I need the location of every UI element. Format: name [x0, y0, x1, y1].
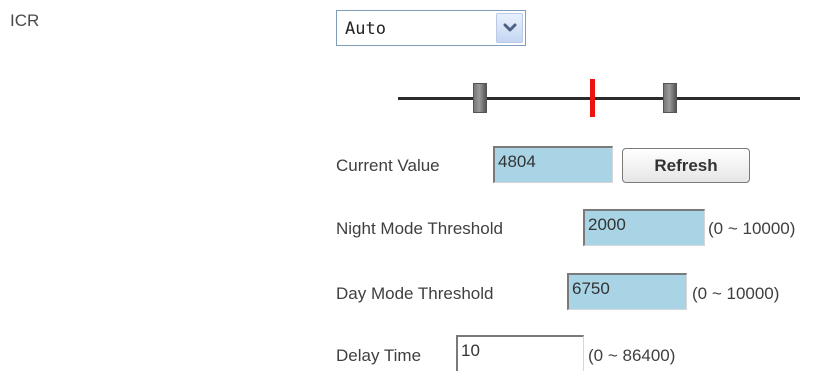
threshold-slider[interactable] [398, 78, 800, 118]
night-mode-threshold-label: Night Mode Threshold [336, 219, 503, 238]
delay-time-input[interactable]: 10 [456, 335, 584, 371]
day-mode-threshold-input[interactable]: 6750 [567, 273, 687, 310]
icr-settings-panel: ICR Auto Current Value 4804 Refresh Nigh… [0, 0, 835, 371]
night-threshold-handle[interactable] [473, 83, 487, 113]
day-mode-threshold-label: Day Mode Threshold [336, 284, 494, 303]
night-mode-threshold-input[interactable]: 2000 [583, 209, 705, 246]
night-mode-range: (0 ~ 10000) [708, 219, 796, 238]
icr-label: ICR [10, 11, 40, 30]
delay-time-label: Delay Time [336, 346, 422, 365]
current-value-field: 4804 [493, 146, 613, 183]
refresh-button[interactable]: Refresh [622, 148, 750, 183]
day-threshold-handle[interactable] [663, 83, 677, 113]
icr-mode-select[interactable]: Auto [336, 10, 526, 46]
current-value-marker [590, 79, 596, 117]
delay-time-range: (0 ~ 86400) [588, 346, 676, 365]
icr-mode-selected-value: Auto [345, 19, 386, 39]
day-mode-range: (0 ~ 10000) [692, 284, 780, 303]
chevron-down-icon [503, 23, 516, 32]
slider-track [398, 97, 800, 100]
select-dropdown-button[interactable] [496, 13, 523, 43]
current-value-label: Current Value [336, 156, 440, 175]
